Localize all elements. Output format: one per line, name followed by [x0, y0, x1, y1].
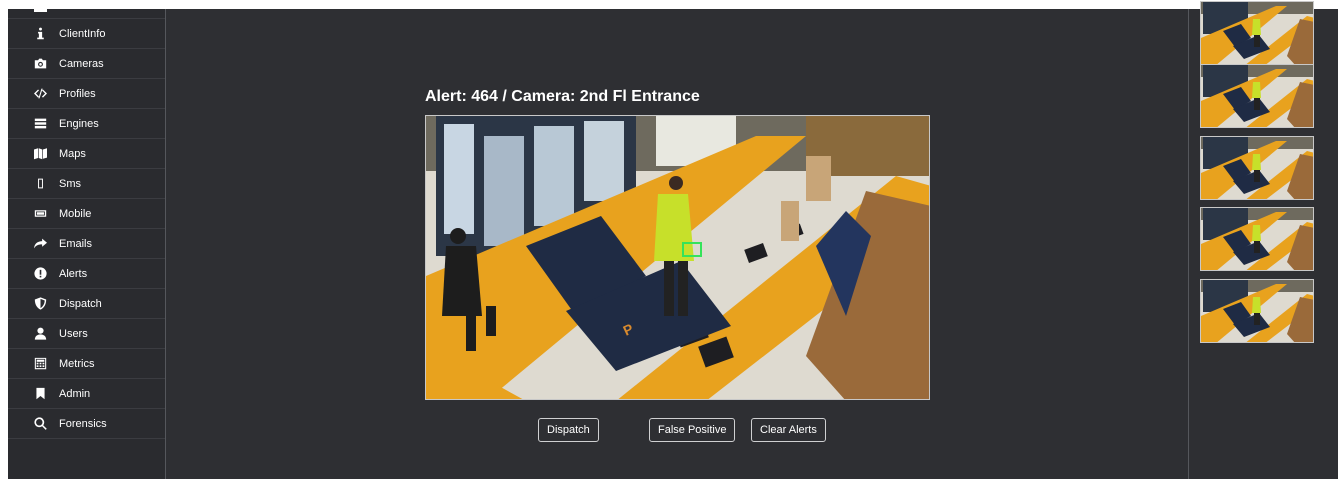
page-title: Alert: 464 / Camera: 2nd Fl Entrance	[425, 88, 700, 105]
sidebar-item-label: Profiles	[59, 87, 96, 100]
alert-view: Alert: 464 / Camera: 2nd Fl Entrance P D…	[166, 9, 1188, 479]
alert-thumbnail[interactable]	[1200, 279, 1314, 343]
camera-feed-image[interactable]: P	[425, 115, 930, 400]
info-icon	[33, 27, 47, 41]
alert-thumbnail[interactable]	[1200, 207, 1314, 271]
sidebar-item-label: Cameras	[59, 57, 104, 70]
app-window: ClientInfo Cameras Profiles Engines Maps	[8, 1, 1338, 479]
sidebar-item-emails[interactable]: Emails	[8, 229, 165, 259]
sidebar-item-label: ClientInfo	[59, 27, 106, 40]
sidebar-item-sms[interactable]: Sms	[8, 169, 165, 199]
sidebar-item-label: Engines	[59, 117, 99, 130]
exclamation-circle-icon	[33, 267, 47, 281]
false-positive-button[interactable]: False Positive	[649, 418, 736, 442]
sidebar-item-admin[interactable]: Admin	[8, 379, 165, 409]
sidebar-item-maps[interactable]: Maps	[8, 139, 165, 169]
sidebar-item-profiles[interactable]: Profiles	[8, 79, 165, 109]
alert-thumbnail[interactable]	[1200, 136, 1314, 200]
sidebar-item-label: Admin	[59, 387, 91, 400]
sidebar-item-dispatch[interactable]: Dispatch	[8, 289, 165, 319]
sidebar-item-label: Alerts	[59, 267, 88, 280]
share-arrow-icon	[33, 237, 47, 251]
sidebar: ClientInfo Cameras Profiles Engines Maps	[8, 9, 166, 479]
sidebar-item-mobile[interactable]: Mobile	[8, 199, 165, 229]
sidebar-item-forensics[interactable]: Forensics	[8, 409, 165, 439]
sidebar-item-label: Users	[59, 327, 88, 340]
calculator-icon	[33, 357, 47, 371]
sidebar-item-label: Emails	[59, 237, 93, 250]
sidebar-item-label: Metrics	[59, 357, 95, 370]
dispatch-button[interactable]: Dispatch	[538, 418, 599, 442]
sidebar-item-label: Mobile	[59, 207, 92, 220]
sidebar-item-alerts[interactable]: Alerts	[8, 259, 165, 289]
map-icon	[33, 147, 47, 161]
sidebar-item-engines[interactable]: Engines	[8, 109, 165, 139]
sidebar-item-partial[interactable]	[8, 9, 165, 19]
thumbnail-strip	[1188, 1, 1338, 479]
alert-thumbnail[interactable]	[1200, 64, 1314, 128]
shield-icon	[33, 297, 47, 311]
sidebar-item-cameras[interactable]: Cameras	[8, 49, 165, 79]
menu-icon	[34, 9, 47, 12]
bookmark-icon	[33, 387, 47, 401]
sidebar-item-label: Sms	[59, 177, 81, 190]
sidebar-item-label: Dispatch	[59, 297, 102, 310]
camera-icon	[33, 57, 47, 71]
sidebar-item-clientinfo[interactable]: ClientInfo	[8, 19, 165, 49]
sidebar-item-label: Forensics	[59, 417, 107, 430]
user-icon	[33, 327, 47, 341]
server-icon	[33, 117, 47, 131]
search-icon	[33, 417, 47, 431]
sidebar-item-users[interactable]: Users	[8, 319, 165, 349]
code-icon	[33, 87, 47, 101]
clear-alerts-button[interactable]: Clear Alerts	[751, 418, 826, 442]
phone-icon	[33, 177, 47, 191]
sidebar-item-label: Maps	[59, 147, 86, 160]
alert-thumbnail[interactable]	[1200, 1, 1314, 65]
mobile-icon	[33, 207, 47, 221]
sidebar-item-metrics[interactable]: Metrics	[8, 349, 165, 379]
